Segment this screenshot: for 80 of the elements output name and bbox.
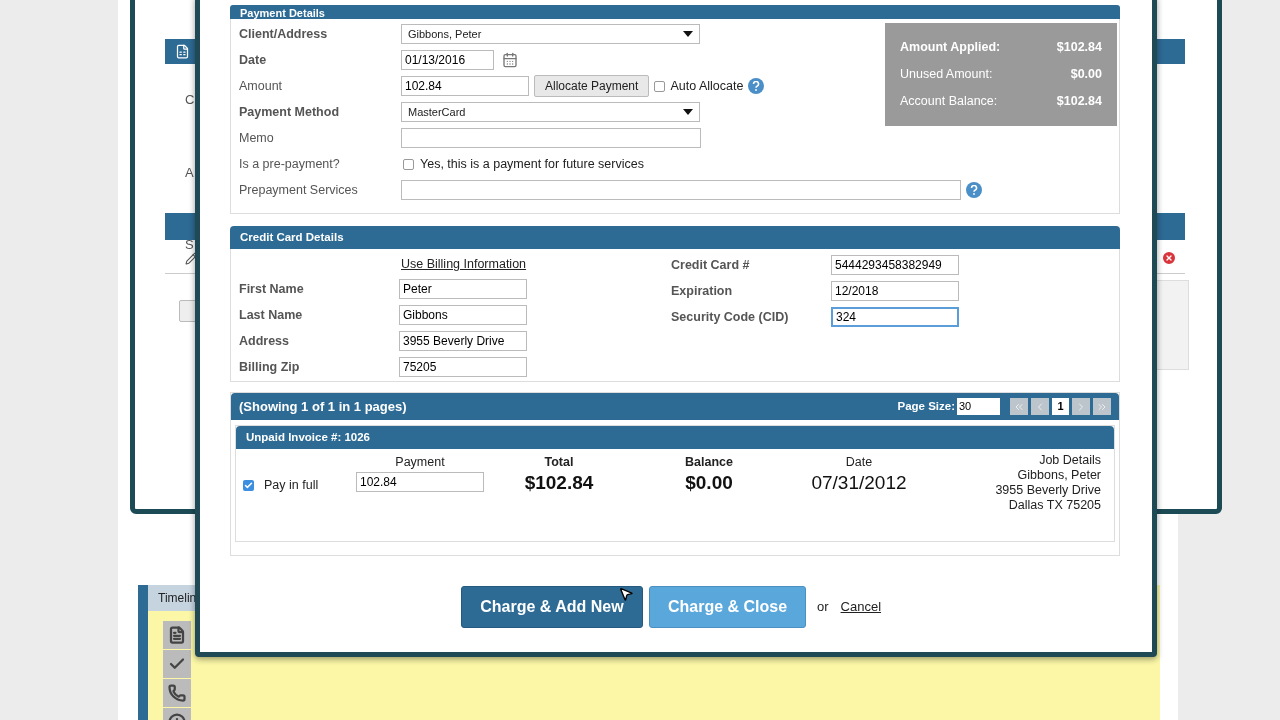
column-value: $0.00	[685, 471, 733, 494]
document-icon	[175, 44, 190, 59]
page-size-field[interactable]: 30	[957, 398, 1000, 415]
cancel-link[interactable]: Cancel	[840, 597, 882, 617]
pencil-icon[interactable]	[185, 252, 198, 265]
calendar-icon[interactable]	[502, 52, 518, 68]
pager-title: (Showing 1 of 1 in 1 pages)	[239, 397, 407, 416]
cursor-icon	[618, 586, 634, 602]
job-details-line: Gibbons, Peter	[1017, 468, 1101, 483]
field-label: Date	[238, 51, 268, 69]
checkbox-label: Auto Allocate	[670, 77, 744, 95]
field-label: Is a pre-payment?	[238, 155, 341, 173]
column-value: $102.84	[524, 471, 594, 494]
allocate-payment-button[interactable]: Allocate Payment	[534, 75, 650, 97]
field-label: Last Name	[238, 306, 304, 324]
summary-label: Account Balance:	[900, 92, 998, 110]
field-label: Prepayment Services	[238, 181, 359, 199]
timeline-glyph-icon	[168, 626, 186, 644]
checkbox[interactable]	[403, 158, 414, 170]
input-field[interactable]: 3955 Beverly Drive	[399, 331, 527, 351]
input-field[interactable]: Gibbons	[399, 305, 527, 325]
field-label: Memo	[238, 129, 275, 147]
column-label: Payment	[395, 454, 445, 471]
summary-value: $102.84	[1056, 39, 1102, 57]
column-label: Balance	[685, 454, 733, 471]
field-label: C	[185, 91, 195, 109]
input-field[interactable]	[401, 128, 701, 148]
checkbox[interactable]	[243, 479, 254, 491]
field-label: Expiration	[671, 282, 734, 300]
checkbox-label: Pay in full	[264, 476, 319, 494]
delete-icon[interactable]	[1161, 250, 1177, 266]
timeline-icon[interactable]	[163, 650, 191, 678]
field-label: Address	[238, 332, 291, 350]
input-field[interactable]: 324	[831, 307, 959, 327]
charge-add-new-button[interactable]: Charge & Add New	[461, 586, 643, 628]
summary-value: $0.00	[1070, 66, 1102, 84]
invoice-title: Unpaid Invoice #: 1026	[246, 429, 370, 445]
use-billing-link[interactable]: Use Billing Information	[401, 254, 527, 274]
timeline-icon[interactable]	[163, 679, 191, 707]
input-field[interactable]: 01/13/2016	[401, 50, 494, 70]
column-label: Date	[845, 454, 873, 471]
page-number[interactable]: 1	[1052, 398, 1069, 415]
summary-label: Amount Applied:	[900, 39, 1001, 57]
dropdown[interactable]: MasterCard	[401, 102, 700, 122]
checkbox[interactable]	[654, 80, 666, 92]
field-label: Credit Card #	[671, 256, 751, 274]
field-label: Security Code (CID)	[671, 308, 790, 326]
checkbox-label: Yes, this is a payment for future services	[420, 155, 644, 173]
field-label: Amount	[238, 77, 284, 95]
field-label: First Name	[238, 280, 305, 298]
job-details-line: Dallas TX 75205	[1008, 498, 1101, 513]
input-field[interactable]	[401, 180, 961, 200]
help-icon[interactable]	[748, 78, 765, 94]
field-label: Client/Address	[238, 25, 329, 43]
caret-icon	[683, 109, 693, 115]
field-label: Billing Zip	[238, 358, 301, 376]
input-field[interactable]: Peter	[399, 279, 527, 299]
timeline-icon[interactable]	[163, 621, 191, 649]
caret-icon	[683, 31, 693, 37]
timeline-glyph-icon	[168, 684, 186, 702]
field-label: Payment Method	[238, 103, 340, 121]
separator-text: or	[817, 598, 829, 617]
page-size-label: Page Size:	[897, 398, 955, 414]
input-field[interactable]: 75205	[399, 357, 527, 377]
input-field[interactable]: 5444293458382949	[831, 255, 959, 275]
input-field[interactable]: 102.84	[356, 471, 484, 492]
field-label: S	[185, 236, 195, 254]
input-field[interactable]: 12/2018	[831, 281, 959, 301]
job-details-line: Job Details	[1039, 453, 1101, 468]
section-title: Payment Details	[240, 7, 325, 19]
summary-value: $102.84	[1056, 92, 1102, 110]
help-icon[interactable]	[966, 182, 982, 198]
field-label: A	[185, 163, 195, 182]
dropdown[interactable]: Gibbons, Peter	[401, 24, 700, 44]
job-details-line: 3955 Beverly Drive	[995, 483, 1101, 498]
column-value: 07/31/2012	[811, 471, 907, 494]
column-label: Total	[544, 454, 574, 471]
summary-label: Unused Amount:	[900, 66, 993, 84]
input-field[interactable]: 102.84	[401, 76, 529, 96]
section-title: Credit Card Details	[240, 229, 344, 245]
